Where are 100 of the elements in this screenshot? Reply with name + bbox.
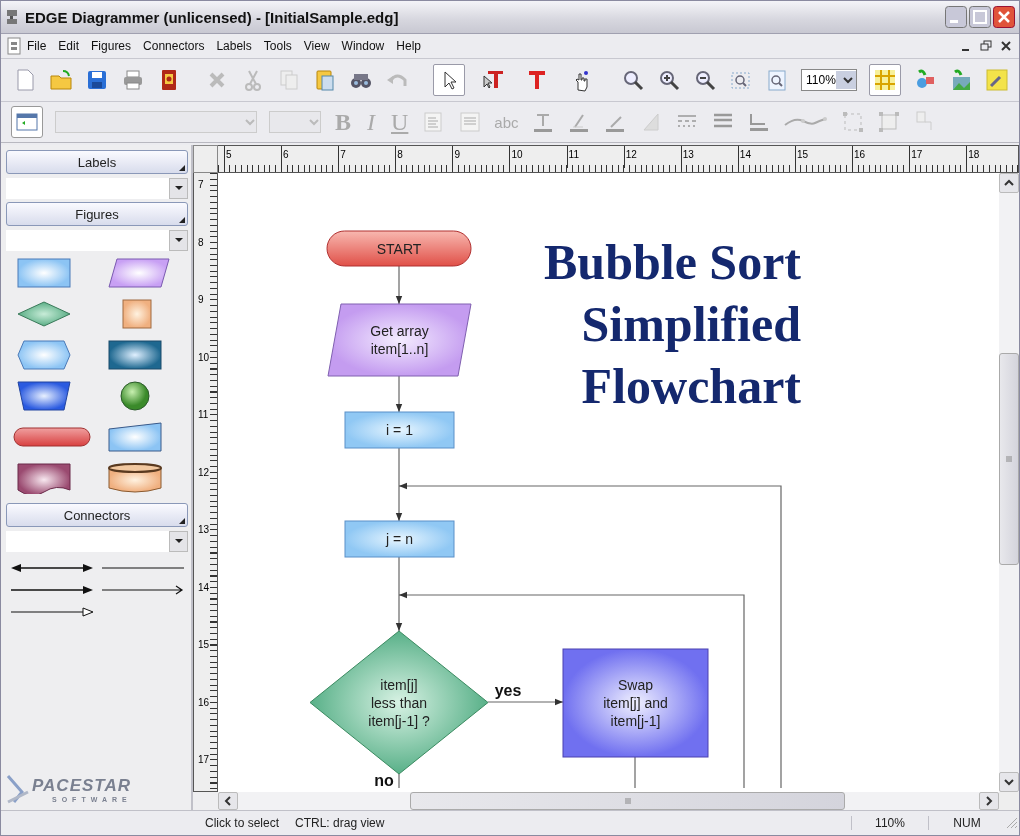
ruler-number: 17 [197, 753, 211, 767]
caret-down-icon [173, 538, 184, 545]
scroll-down-button[interactable] [999, 772, 1019, 792]
ruler-number: 18 [966, 146, 1019, 168]
diagram-title: Simplified [581, 296, 801, 352]
resize-grip-icon[interactable] [1005, 816, 1019, 830]
status-text: Click to select [204, 816, 281, 830]
flowchart-node: START [326, 230, 472, 267]
menu-item[interactable]: Figures [85, 37, 138, 55]
ruler-number: 9 [452, 146, 510, 168]
ruler-number: 14 [737, 146, 795, 168]
caret-down-icon[interactable] [1004, 777, 1014, 787]
printer-icon[interactable] [121, 68, 145, 92]
document-icon [7, 37, 21, 55]
ruler-number: 12 [623, 146, 681, 168]
restore-icon[interactable] [979, 39, 993, 53]
clipboard-icon[interactable] [313, 68, 337, 92]
panel-header[interactable]: Connectors [6, 503, 188, 527]
ruler-number: 16 [852, 146, 910, 168]
flowchart-node: i = 1 [344, 411, 455, 449]
ruler-number: 15 [197, 638, 211, 652]
flowchart-node: j = n [344, 520, 455, 558]
panel-header[interactable]: Labels [6, 150, 188, 174]
logo-name: PACESTAR [32, 775, 132, 796]
caret-left-icon[interactable] [223, 796, 233, 806]
ruler-number: 9 [197, 293, 205, 307]
edge-label: yes [494, 682, 522, 699]
caret-down-icon [841, 75, 854, 85]
panel-header[interactable]: Figures [6, 202, 188, 226]
diagram-title: Bubble Sort [544, 234, 801, 290]
menu-item[interactable]: Help [390, 37, 427, 55]
app-icon [5, 8, 19, 26]
folder-icon[interactable] [49, 68, 73, 92]
ruler-number: 11 [197, 408, 210, 422]
scroll-right-button[interactable] [979, 792, 999, 810]
ruler-number: 13 [680, 146, 738, 168]
scroll-up-button[interactable] [999, 173, 1019, 193]
window-title: EDGE Diagrammer (unlicensed) - [InitialSample.edg] [25, 8, 400, 26]
status-text: 110% [851, 816, 928, 830]
menu-item[interactable]: Connectors [137, 37, 211, 55]
connector-arrow [395, 375, 403, 413]
caret-down-icon [308, 117, 320, 127]
ruler-number: 6 [281, 146, 339, 168]
magnifier-icon[interactable] [621, 68, 645, 92]
zoom-combo[interactable]: 110% [801, 69, 857, 91]
grip-icon [624, 798, 631, 804]
ruler-number: 8 [395, 146, 453, 168]
ruler-number: 16 [197, 695, 211, 710]
menu-item[interactable]: File [21, 37, 53, 55]
window-icon [16, 111, 38, 133]
zoom-in-icon[interactable] [657, 68, 681, 92]
ruler-number: 7 [197, 178, 205, 192]
edge-label: no [374, 772, 394, 788]
ruler-number: 15 [794, 146, 853, 168]
caret-down-icon [173, 237, 184, 244]
grip-icon [1006, 456, 1012, 462]
zoom-page-icon[interactable] [765, 68, 789, 92]
ruler-number: 8 [197, 235, 205, 250]
connector-arrow [395, 265, 403, 305]
scrollbar-thumb[interactable] [999, 353, 1019, 565]
menu-item[interactable]: Tools [257, 37, 298, 55]
caret-up-icon[interactable] [1004, 178, 1014, 188]
caret-right-icon[interactable] [984, 796, 994, 806]
menu-item[interactable]: Edit [52, 37, 86, 55]
menu-item[interactable]: Window [335, 37, 391, 55]
scroll-left-button[interactable] [218, 792, 238, 810]
flowchart-node: item[j] less than item[j-1] ? [309, 630, 489, 775]
ruler-number: 12 [197, 465, 211, 480]
menu-item[interactable]: Labels [210, 37, 258, 55]
maximize-icon[interactable] [969, 6, 991, 28]
palette-combo[interactable] [6, 531, 188, 552]
caret-down-icon [173, 185, 184, 192]
flowchart-node: Swap item[j] and item[j-1] [562, 648, 709, 758]
status-text: NUM [928, 816, 1005, 830]
ruler-number: 11 [566, 146, 624, 168]
arrow-icon[interactable] [8, 584, 95, 596]
ruler-number: 7 [338, 146, 396, 168]
ruler-number: 13 [197, 523, 211, 537]
ruler-number: 14 [197, 580, 211, 595]
palette-combo[interactable] [6, 178, 188, 199]
frame-button[interactable] [11, 106, 43, 138]
ruler-number: 10 [197, 350, 211, 365]
palette-combo[interactable] [6, 230, 188, 251]
connector-line [634, 756, 636, 788]
diagram-title: Flowchart [581, 358, 801, 414]
properties-icon[interactable] [984, 68, 1009, 92]
ruler-number: 10 [509, 146, 567, 168]
close-icon[interactable] [999, 39, 1013, 53]
ruler-number: 5 [224, 146, 282, 168]
status-text: CTRL: drag view [294, 816, 386, 830]
zoom-out-icon[interactable] [693, 68, 717, 92]
flowchart-node: Get array item[1..n] [327, 303, 472, 377]
menu-item[interactable]: View [297, 37, 336, 55]
caret-down-icon [244, 117, 256, 127]
hollow-arrow-icon[interactable] [8, 606, 95, 618]
scrollbar-thumb[interactable] [410, 792, 845, 810]
ruler-number: 17 [909, 146, 967, 168]
close-icon[interactable] [993, 6, 1015, 28]
logo-mark-icon [6, 774, 30, 804]
connector-line [398, 773, 400, 788]
